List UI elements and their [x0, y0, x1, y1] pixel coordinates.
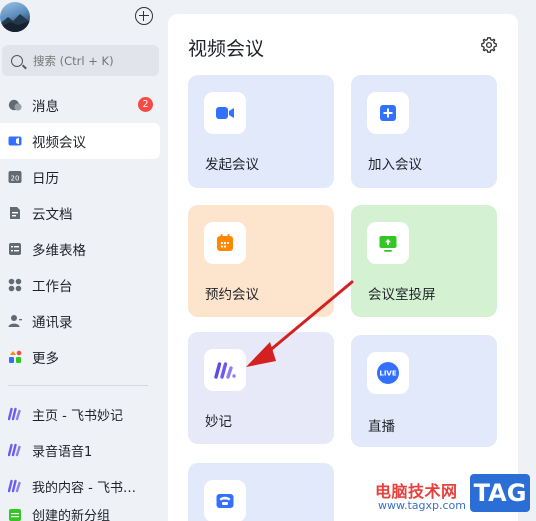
watermark-tag-logo: TAG: [470, 474, 530, 512]
recent-item[interactable]: 创建的新分组: [0, 504, 168, 521]
room-screen-share-card[interactable]: 会议室投屏: [351, 205, 497, 317]
sidebar-item-video-meeting[interactable]: 视频会议: [0, 123, 160, 159]
sidebar-item-label: 消息: [32, 99, 59, 115]
create-new-icon[interactable]: [135, 7, 153, 25]
avatar-landscape-icon: [0, 14, 30, 32]
minutes-logo-icon: [8, 407, 22, 421]
card-label: 妙记: [205, 414, 232, 430]
sidebar-divider: [8, 385, 148, 386]
live-icon: LIVE: [377, 362, 399, 384]
card-label: 发起会议: [205, 157, 259, 173]
minutes-card[interactable]: 妙记: [188, 332, 334, 444]
card-label: 直播: [368, 419, 395, 435]
chat-bubble-icon: [8, 98, 22, 112]
sidebar-item-base-tables[interactable]: 多维表格: [0, 231, 168, 267]
card-label: 加入会议: [368, 157, 422, 173]
cloud-document-icon: [8, 206, 22, 220]
plus-square-icon: [380, 105, 396, 121]
recent-item-label: 我的内容 - 飞书…: [32, 480, 136, 496]
sidebar-item-label: 工作台: [32, 279, 73, 295]
phone-meeting-tile: [204, 480, 246, 521]
sidebar-item-more[interactable]: 更多: [0, 339, 168, 375]
search-icon: [11, 54, 23, 67]
calendar-schedule-icon: [217, 234, 233, 251]
table-icon: [8, 242, 22, 256]
sidebar-item-label: 通讯录: [32, 315, 73, 331]
recent-item[interactable]: 录音语音1: [0, 432, 168, 468]
search-box[interactable]: [2, 45, 159, 76]
workspace-grid-icon: [8, 278, 22, 292]
watermark-url: www.tagxp.com: [378, 499, 466, 512]
start-meeting-card[interactable]: 发起会议: [188, 75, 334, 188]
sidebar: 消息 2 视频会议 20 日历 云文档 多维表格: [0, 0, 168, 521]
user-avatar[interactable]: [0, 2, 30, 32]
sidebar-item-calendar[interactable]: 20 日历: [0, 159, 168, 195]
video-camera-icon: [8, 134, 22, 148]
screen-share-icon: [379, 236, 397, 252]
sidebar-item-cloud-docs[interactable]: 云文档: [0, 195, 168, 231]
sidebar-item-label: 云文档: [32, 207, 73, 223]
recent-list: 主页 - 飞书妙记 录音语音1 我的内容 - 飞书… 创建的新分组: [0, 396, 168, 521]
gear-icon[interactable]: [481, 37, 497, 53]
recent-item-label: 主页 - 飞书妙记: [32, 408, 123, 424]
phone-icon: [216, 494, 234, 508]
recent-item[interactable]: 我的内容 - 飞书…: [0, 468, 168, 504]
sidebar-item-label: 更多: [32, 351, 59, 367]
join-meeting-card[interactable]: 加入会议: [351, 75, 497, 188]
sidebar-item-contacts[interactable]: 通讯录: [0, 303, 168, 339]
sidebar-item-label: 日历: [32, 171, 59, 187]
live-stream-tile: LIVE: [367, 352, 409, 394]
calendar-day: 20: [11, 175, 20, 183]
video-camera-icon: [216, 107, 234, 119]
join-meeting-tile: [367, 92, 409, 134]
more-apps-icon: [8, 350, 22, 364]
contacts-icon: [8, 314, 22, 328]
sidebar-item-messages[interactable]: 消息 2: [0, 87, 168, 123]
minutes-tile: [204, 349, 246, 391]
sheet-icon: [8, 508, 22, 521]
minutes-logo-icon: [214, 362, 236, 379]
unread-badge: 2: [138, 97, 153, 112]
page-title: 视频会议: [188, 38, 265, 60]
room-screen-share-tile: [367, 222, 409, 264]
live-badge-text: LIVE: [379, 370, 396, 378]
calendar-icon: 20: [8, 170, 22, 184]
minutes-logo-icon: [8, 479, 22, 493]
card-label: 会议室投屏: [368, 287, 436, 303]
sidebar-item-label: 多维表格: [32, 243, 86, 259]
video-meeting-panel: 视频会议 发起会议 加入会议 预约会议 会议室投屏 妙记 LIVE 直播: [168, 14, 518, 521]
recent-item-label: 创建的新分组: [32, 509, 111, 521]
schedule-meeting-card[interactable]: 预约会议: [188, 205, 334, 317]
live-stream-card[interactable]: LIVE 直播: [351, 335, 497, 447]
minutes-logo-icon: [8, 443, 22, 457]
phone-meeting-card[interactable]: [188, 463, 334, 521]
start-meeting-tile: [204, 92, 246, 134]
card-label: 预约会议: [205, 287, 259, 303]
schedule-meeting-tile: [204, 222, 246, 264]
sidebar-item-label: 视频会议: [32, 135, 86, 151]
search-input[interactable]: [33, 53, 153, 68]
recent-item[interactable]: 主页 - 飞书妙记: [0, 396, 168, 432]
recent-item-label: 录音语音1: [32, 444, 93, 460]
sidebar-nav: 消息 2 视频会议 20 日历 云文档 多维表格 工作台 通讯录 更多: [0, 87, 168, 375]
sidebar-item-workplace[interactable]: 工作台: [0, 267, 168, 303]
